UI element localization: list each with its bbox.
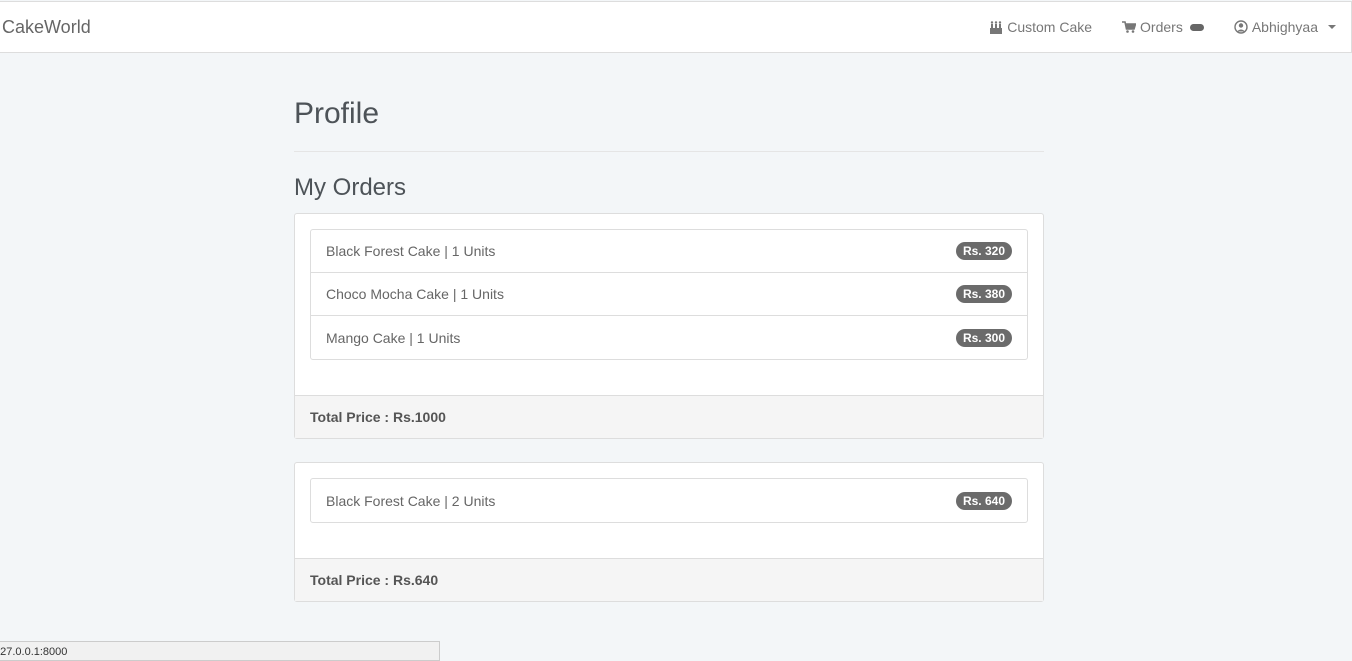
orders-count-badge (1189, 23, 1204, 31)
user-name-label: Abhighyaa (1251, 19, 1318, 35)
orders-link[interactable]: Orders (1107, 2, 1219, 52)
browser-status-bar: 127.0.0.1:8000 (0, 641, 440, 661)
birthday-cake-icon (989, 20, 1003, 34)
order-item: Black Forest Cake | 1 Units Rs. 320 (311, 230, 1027, 273)
order-panel-body: Black Forest Cake | 1 Units Rs. 320 Choc… (295, 214, 1043, 395)
price-badge: Rs. 380 (955, 285, 1012, 303)
orders-label: Orders (1140, 19, 1183, 35)
order-item-list: Black Forest Cake | 1 Units Rs. 320 Choc… (310, 229, 1028, 360)
price-badge: Rs. 640 (955, 491, 1012, 510)
shopping-cart-icon (1122, 21, 1137, 33)
order-item: Mango Cake | 1 Units Rs. 300 (311, 316, 1027, 359)
page-title: Profile (294, 97, 1044, 152)
order-item-label: Choco Mocha Cake | 1 Units (326, 286, 504, 302)
order-item: Choco Mocha Cake | 1 Units Rs. 380 (311, 273, 1027, 316)
brand-link[interactable]: CakeWorld (2, 17, 91, 38)
order-item: Black Forest Cake | 2 Units Rs. 640 (311, 479, 1027, 522)
price-badge: Rs. 300 (955, 328, 1012, 347)
section-title: My Orders (294, 174, 407, 201)
order-item-list: Black Forest Cake | 2 Units Rs. 640 (310, 478, 1028, 523)
user-circle-icon (1234, 20, 1248, 34)
order-item-label: Black Forest Cake | 1 Units (326, 243, 496, 259)
user-menu-dropdown[interactable]: Abhighyaa (1219, 2, 1351, 52)
order-item-label: Black Forest Cake | 2 Units (326, 492, 496, 509)
order-panel: Black Forest Cake | 1 Units Rs. 320 Choc… (294, 213, 1044, 439)
custom-cake-label: Custom Cake (1007, 19, 1093, 35)
order-panel-body: Black Forest Cake | 2 Units Rs. 640 (295, 463, 1043, 558)
main-container: Profile My Orders Black Forest Cake | 1 … (294, 53, 1044, 602)
order-total: Total Price : Rs.1000 (295, 395, 1043, 438)
chevron-down-icon (1328, 25, 1336, 29)
order-total: Total Price : Rs.640 (295, 558, 1043, 601)
status-url: 127.0.0.1:8000 (0, 646, 68, 658)
nav-right: Custom Cake Orders Abhighyaa (974, 2, 1351, 52)
custom-cake-link[interactable]: Custom Cake (974, 2, 1107, 52)
order-panel: Black Forest Cake | 2 Units Rs. 640 Tota… (294, 462, 1044, 602)
price-badge: Rs. 320 (955, 242, 1012, 260)
order-item-label: Mango Cake | 1 Units (326, 329, 461, 346)
navbar: CakeWorld Custom Cake Orders Abhighyaa (0, 1, 1352, 53)
